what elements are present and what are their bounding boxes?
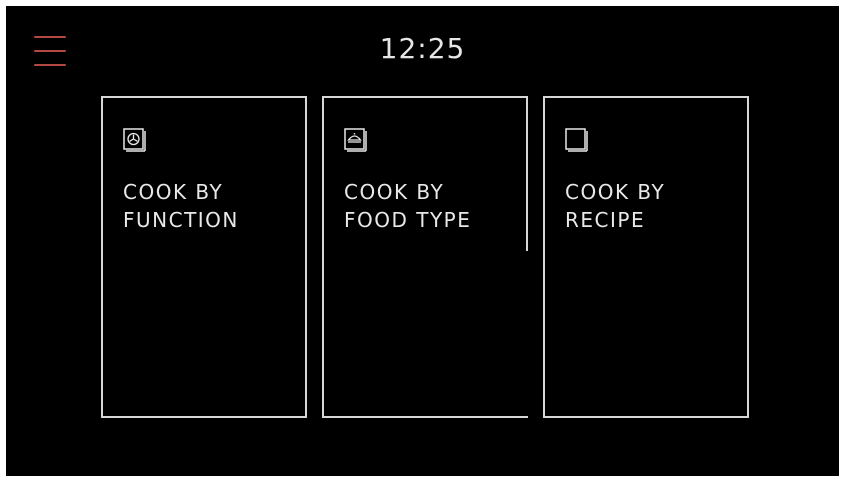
oven-fan-icon xyxy=(123,128,146,152)
cook-by-recipe-card[interactable]: COOK BY RECIPE xyxy=(543,96,749,418)
clock-time: 12:25 xyxy=(379,32,466,65)
oven-home-screen: 12:25 COOK BY FUNCTION COOK BY FOOD TYPE xyxy=(6,6,839,476)
recipe-book-icon xyxy=(565,128,588,152)
cook-by-function-label: COOK BY FUNCTION xyxy=(123,178,239,234)
food-dish-icon xyxy=(344,128,367,152)
card-label-line1: COOK BY xyxy=(565,180,666,204)
card-label-line2: FOOD TYPE xyxy=(344,208,472,232)
cook-by-food-type-card[interactable]: COOK BY FOOD TYPE xyxy=(322,96,528,418)
card-label-line1: COOK BY xyxy=(123,180,224,204)
card-edge-gap xyxy=(525,251,528,416)
cook-by-function-card[interactable]: COOK BY FUNCTION xyxy=(101,96,307,418)
card-label-line1: COOK BY xyxy=(344,180,445,204)
card-label-line2: FUNCTION xyxy=(123,208,239,232)
cook-by-recipe-label: COOK BY RECIPE xyxy=(565,178,665,234)
cook-by-food-type-label: COOK BY FOOD TYPE xyxy=(344,178,471,234)
card-label-line2: RECIPE xyxy=(565,208,646,232)
